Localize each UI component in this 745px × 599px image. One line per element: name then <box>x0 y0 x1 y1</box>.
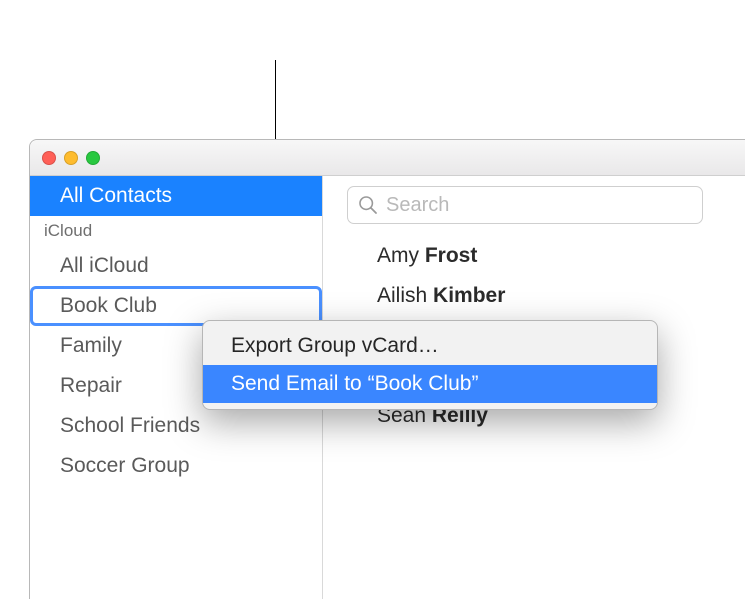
menu-item-label: Export Group vCard… <box>231 334 439 358</box>
sidebar-item-label: Book Club <box>60 294 157 318</box>
search-placeholder: Search <box>386 194 449 217</box>
window-close-button[interactable] <box>42 151 56 165</box>
sidebar-item-all-contacts[interactable]: All Contacts <box>30 176 322 216</box>
sidebar-item-label: Soccer Group <box>60 454 190 478</box>
window-zoom-button[interactable] <box>86 151 100 165</box>
sidebar-section-header: iCloud <box>30 216 322 246</box>
sidebar-item-label: All iCloud <box>60 254 149 278</box>
context-menu: Export Group vCard… Send Email to “Book … <box>202 320 658 410</box>
contact-first: Ailish <box>377 284 427 307</box>
search-icon <box>358 195 378 215</box>
contact-row[interactable]: Ailish Kimber <box>377 276 725 316</box>
menu-item-send-email[interactable]: Send Email to “Book Club” <box>203 365 657 403</box>
sidebar-item-soccer-group[interactable]: Soccer Group <box>30 446 322 486</box>
search-wrap: Search <box>323 186 745 236</box>
sidebar-item-label: Repair <box>60 374 122 398</box>
sidebar-item-all-icloud[interactable]: All iCloud <box>30 246 322 286</box>
window-minimize-button[interactable] <box>64 151 78 165</box>
search-field[interactable]: Search <box>347 186 703 224</box>
sidebar-item-label: Family <box>60 334 122 358</box>
contact-first: Amy <box>377 244 419 267</box>
menu-item-export-vcard[interactable]: Export Group vCard… <box>203 327 657 365</box>
sidebar-item-school-friends[interactable]: School Friends <box>30 406 322 446</box>
menu-item-label: Send Email to “Book Club” <box>231 372 478 396</box>
sidebar-item-label: School Friends <box>60 414 200 438</box>
sidebar-section-label: iCloud <box>44 221 92 241</box>
contact-last: Kimber <box>433 284 505 307</box>
contact-last: Frost <box>425 244 478 267</box>
sidebar-item-label: All Contacts <box>60 184 172 208</box>
contact-row[interactable]: Amy Frost <box>377 236 725 276</box>
titlebar <box>30 140 745 176</box>
